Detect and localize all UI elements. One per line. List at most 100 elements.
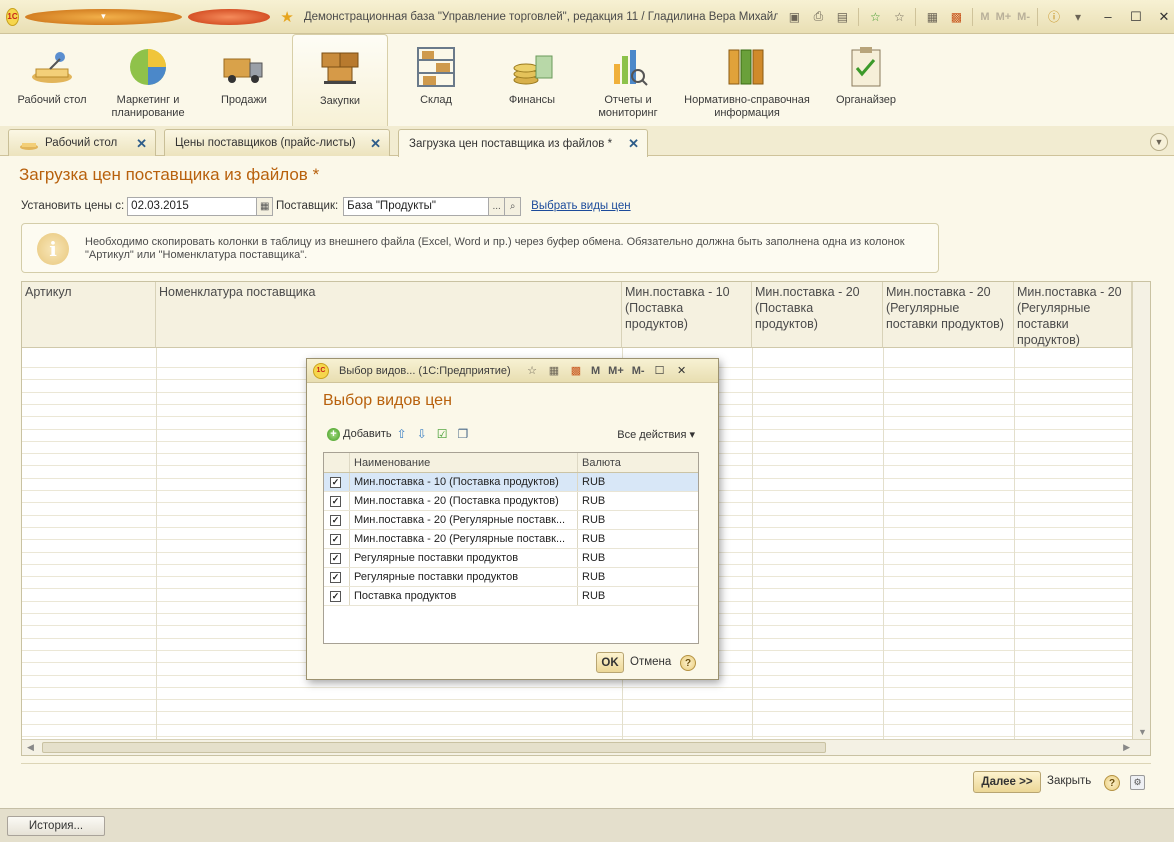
- checkbox[interactable]: ✓: [330, 495, 341, 507]
- check-all-icon[interactable]: ☑: [437, 427, 448, 441]
- maximize-icon[interactable]: ☐: [1126, 9, 1146, 25]
- section-label: Рабочий стол: [17, 94, 87, 106]
- add-icon[interactable]: +: [327, 427, 340, 441]
- settings-icon[interactable]: ⚙: [1130, 775, 1145, 790]
- scroll-right-icon[interactable]: ▶: [1123, 742, 1130, 753]
- close-tab-icon[interactable]: ✕: [136, 136, 147, 152]
- uncheck-all-icon[interactable]: ❐: [458, 427, 469, 441]
- info-icon: i: [37, 233, 69, 265]
- history-button[interactable]: История...: [7, 816, 105, 836]
- vertical-scrollbar[interactable]: ▼: [1132, 282, 1150, 741]
- calendar-icon[interactable]: ▦: [257, 196, 274, 216]
- memory-mminus-button[interactable]: M-: [1017, 11, 1030, 23]
- tab-label: Рабочий стол: [45, 137, 118, 149]
- close-tab-icon[interactable]: ✕: [628, 136, 639, 152]
- price-type-name: Регулярные поставки продуктов: [350, 568, 578, 586]
- memory-mplus-button[interactable]: M+: [996, 11, 1012, 23]
- truck-icon: [222, 46, 266, 88]
- section-label: Продажи: [221, 94, 267, 106]
- list-item[interactable]: ✓ Поставка продуктов RUB: [324, 587, 698, 606]
- main-menu-icon[interactable]: ▾: [25, 8, 182, 25]
- section-organizer[interactable]: Органайзер: [818, 34, 914, 126]
- supplier-select-button[interactable]: ...: [489, 196, 506, 216]
- scroll-thumb[interactable]: [42, 742, 826, 753]
- section-purchases[interactable]: Закупки: [292, 34, 388, 126]
- scroll-down-icon[interactable]: ▼: [1138, 727, 1147, 737]
- info-icon[interactable]: ⓘ: [1045, 8, 1063, 26]
- calculator-icon[interactable]: ▦: [923, 8, 941, 26]
- select-price-types-link[interactable]: Выбрать виды цен: [531, 200, 630, 212]
- horizontal-scrollbar[interactable]: ◀ ▶: [22, 739, 1150, 755]
- calculator-icon[interactable]: ▦: [546, 363, 562, 379]
- tabs-dropdown-icon[interactable]: ▼: [1150, 133, 1168, 151]
- close-icon[interactable]: ✕: [674, 363, 690, 379]
- help-icon[interactable]: ?: [1104, 775, 1120, 791]
- close-icon[interactable]: ✕: [1154, 9, 1174, 25]
- section-sales[interactable]: Продажи: [196, 34, 292, 126]
- column-header[interactable]: Номенклатура поставщика: [156, 282, 622, 348]
- list-item[interactable]: ✓ Мин.поставка - 10 (Поставка продуктов) R…: [324, 473, 698, 492]
- maximize-icon[interactable]: ☐: [652, 363, 668, 379]
- favorites-list-icon[interactable]: ☆: [890, 8, 908, 26]
- column-header[interactable]: Артикул: [22, 282, 156, 348]
- list-item[interactable]: ✓ Регулярные поставки продуктов RUB: [324, 549, 698, 568]
- home-icon[interactable]: [187, 8, 271, 25]
- minimize-icon[interactable]: –: [1098, 9, 1118, 24]
- ok-button[interactable]: OK: [596, 652, 624, 673]
- memory-m-button[interactable]: M: [591, 365, 600, 377]
- calendar-icon[interactable]: ▩: [568, 363, 584, 379]
- close-tab-icon[interactable]: ✕: [370, 136, 381, 152]
- next-button[interactable]: Далее >>: [973, 771, 1041, 793]
- tab-supplier-prices[interactable]: Цены поставщиков (прайс-листы) ✕: [164, 129, 390, 156]
- close-button[interactable]: Закрыть: [1047, 775, 1091, 787]
- column-currency-header[interactable]: Валюта: [578, 453, 698, 472]
- list-item[interactable]: ✓ Мин.поставка - 20 (Регулярные поставк..…: [324, 530, 698, 549]
- checkbox[interactable]: ✓: [330, 514, 341, 526]
- memory-mplus-button[interactable]: M+: [608, 365, 624, 377]
- tab-desktop[interactable]: Рабочий стол ✕: [8, 129, 156, 156]
- favorites-icon[interactable]: ☆: [524, 363, 540, 379]
- all-actions-menu[interactable]: Все действия ▾: [617, 428, 695, 441]
- column-header[interactable]: Мин.поставка - 20 (Поставка продуктов): [752, 282, 883, 348]
- print-icon[interactable]: ⎙: [809, 8, 827, 26]
- checkbox[interactable]: ✓: [330, 571, 341, 583]
- supplier-input[interactable]: База "Продукты": [343, 196, 490, 216]
- checkbox[interactable]: ✓: [330, 476, 341, 488]
- favorites-star-icon[interactable]: ★: [280, 8, 293, 26]
- section-label: Склад: [420, 94, 452, 106]
- move-up-icon[interactable]: ⇧: [397, 427, 407, 441]
- section-marketing[interactable]: Маркетинг и планирование: [100, 34, 196, 126]
- section-warehouse[interactable]: Склад: [388, 34, 484, 126]
- section-finance[interactable]: Финансы: [484, 34, 580, 126]
- checkbox[interactable]: ✓: [330, 590, 341, 602]
- section-reference[interactable]: Нормативно-справочная информация: [676, 34, 818, 126]
- column-header[interactable]: Мин.поставка - 20 (Регулярные поставки п…: [1014, 282, 1132, 348]
- save-icon[interactable]: ▣: [785, 8, 803, 26]
- app-logo-icon[interactable]: 1С: [6, 7, 19, 26]
- add-button[interactable]: Добавить: [343, 428, 392, 440]
- memory-m-button[interactable]: M: [980, 11, 989, 23]
- calendar-icon[interactable]: ▩: [947, 8, 965, 26]
- move-down-icon[interactable]: ⇩: [417, 427, 427, 441]
- column-header[interactable]: Мин.поставка - 10 (Поставка продуктов): [622, 282, 752, 348]
- tab-load-prices[interactable]: Загрузка цен поставщика из файлов * ✕: [398, 129, 648, 157]
- date-input[interactable]: 02.03.2015: [127, 196, 258, 216]
- list-item[interactable]: ✓ Мин.поставка - 20 (Регулярные поставк..…: [324, 511, 698, 530]
- column-header[interactable]: Мин.поставка - 20 (Регулярные поставки п…: [883, 282, 1014, 348]
- section-reports[interactable]: Отчеты и мониторинг: [580, 34, 676, 126]
- checkbox[interactable]: ✓: [330, 533, 341, 545]
- scroll-left-icon[interactable]: ◀: [27, 742, 34, 753]
- list-item[interactable]: ✓ Регулярные поставки продуктов RUB: [324, 568, 698, 587]
- price-types-list[interactable]: Наименование Валюта ✓ Мин.поставка - 10 (…: [323, 452, 699, 644]
- cancel-button[interactable]: Отмена: [630, 656, 671, 668]
- memory-mminus-button[interactable]: M-: [632, 365, 645, 377]
- dropdown-icon[interactable]: ▾: [1069, 8, 1087, 26]
- column-name-header[interactable]: Наименование: [350, 453, 578, 472]
- preview-icon[interactable]: ▤: [833, 8, 851, 26]
- list-item[interactable]: ✓ Мин.поставка - 20 (Поставка продуктов) R…: [324, 492, 698, 511]
- checkbox[interactable]: ✓: [330, 552, 341, 564]
- search-icon[interactable]: ⌕: [505, 196, 522, 216]
- help-icon[interactable]: ?: [680, 655, 696, 671]
- section-desktop[interactable]: Рабочий стол: [4, 34, 100, 126]
- add-favorite-icon[interactable]: ☆: [866, 8, 884, 26]
